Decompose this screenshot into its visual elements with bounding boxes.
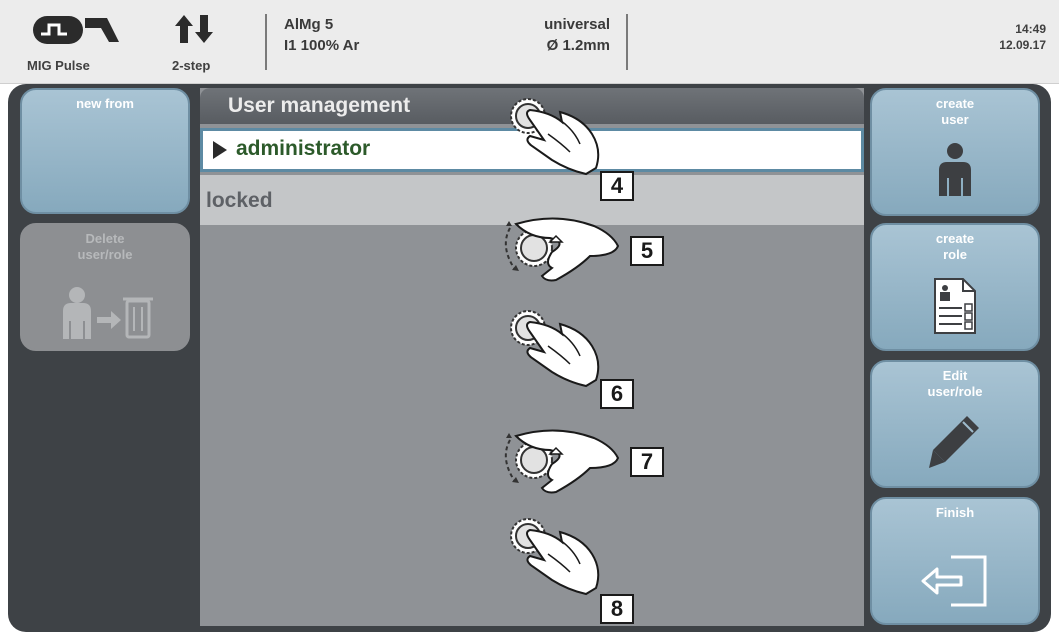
mode-label: 2-step [172,58,211,73]
characteristic-label: universal [544,16,610,33]
delete-label: Delete user/role [77,231,133,262]
edit-label: Edit user/role [927,368,983,399]
create-user-button[interactable]: create user [870,88,1040,216]
step-8-label: 8 [600,594,634,624]
clock-date: 12.09.17 [999,38,1046,52]
step-7-label: 7 [630,447,664,477]
selection-arrow-icon [213,141,227,159]
process-label: MIG Pulse [27,58,90,73]
exit-door-icon [921,555,987,607]
user-icon [939,143,971,196]
gas-label: I1 100% Ar [284,37,360,54]
pencil-icon [929,416,979,468]
new-from-button[interactable]: new from [20,88,190,214]
divider [265,14,267,70]
create-role-button[interactable]: create role [870,223,1040,351]
turn-knob-gesture-icon [504,429,620,494]
list-item-label: administrator [236,137,371,160]
material-label: AlMg 5 [284,16,334,33]
2-step-mode-icon [175,15,213,43]
finish-label: Finish [935,505,975,520]
step-4-label: 4 [600,171,634,201]
step-5-label: 5 [630,236,664,266]
delete-user-icon [63,287,153,339]
list-item-label: locked [206,189,273,212]
status-bar: MIG Pulse 2-step AlMg 5 I1 100% Ar unive… [0,0,1059,84]
role-document-icon [934,278,976,334]
step-6-label: 6 [600,379,634,409]
turn-knob-gesture-icon [504,217,620,282]
divider [626,14,628,70]
mig-pulse-process-icon [33,16,119,44]
panel-title: User management [228,94,411,117]
finish-button[interactable]: Finish [870,497,1040,625]
edit-user-role-button[interactable]: Edit user/role [870,360,1040,488]
create-user-label: create user [935,96,975,127]
delete-user-role-button[interactable]: Delete user/role [20,223,190,351]
clock-time: 14:49 [1015,22,1046,36]
create-role-label: create role [935,231,975,262]
new-from-label: new from [76,96,134,111]
wire-diameter-label: Ø 1.2mm [546,37,610,54]
